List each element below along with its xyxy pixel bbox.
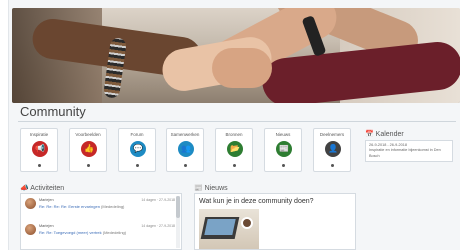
avatar [25,198,36,209]
tile-samenwerken[interactable]: Samenwerken 👥 [166,128,204,172]
title-divider [18,121,456,122]
folder-icon: 📂 [227,141,243,157]
activity-link[interactable]: Re: Re: Re: Re: Eerste ervaringen (Meded… [39,204,124,209]
activities-panel: Mariejen 14 dagen · 27-9-2018 Re: Re: Re… [20,193,182,250]
tile-inspiratie[interactable]: Inspiratie 📢 [20,128,58,172]
calendar-event-title: Inspiratie en informatie bijeenkomst in … [369,148,441,158]
tile-label: Voorbeelden [75,132,101,137]
left-edge [0,0,8,250]
tile-nieuws[interactable]: Nieuws 📰 [264,128,302,172]
newspaper-icon: 📰 [276,141,292,157]
thumbs-up-icon: 👍 [81,141,97,157]
tile-label: Samenwerken [170,132,200,137]
tile-indicator-dot [184,164,187,167]
calendar-event[interactable]: 26-9-2018 - 26-9-2018 Inspiratie en info… [365,140,453,162]
activities-heading: 📣 Activiteiten [20,185,65,192]
activity-link[interactable]: Re: Re: Toegevoegd (meer) vertrek (Meded… [39,230,126,235]
tile-indicator-dot [87,164,90,167]
tile-label: Bronnen [225,132,243,137]
news-heading: 📰 Nieuws [194,185,228,192]
activities-scrollbar[interactable] [176,196,180,248]
newspaper-icon: 📰 [194,185,203,192]
activity-author: Mariejen [39,198,54,202]
news-item-image[interactable] [199,209,259,249]
page-title: Community [20,104,86,119]
tile-indicator-dot [331,164,334,167]
activity-time: 14 dagen · 27-9-2018 [141,198,175,202]
activity-author: Mariejen [39,224,54,228]
calendar-heading: 📅 Kalender [365,131,404,138]
tile-label: Forum [130,132,144,137]
tile-indicator-dot [282,164,285,167]
activity-item[interactable]: Mariejen 14 dagen · 27-9-2018 Re: Re: To… [25,224,175,238]
tile-forum[interactable]: Forum 💬 [118,128,156,172]
chat-icon: 💬 [130,141,146,157]
tile-voorbeelden[interactable]: Voorbeelden 👍 [69,128,107,172]
scrollbar-thumb[interactable] [176,196,180,218]
hero-banner-image [12,8,460,103]
calendar-icon: 📅 [365,131,374,138]
tile-indicator-dot [233,164,236,167]
tile-label: Inspiratie [29,132,49,137]
news-panel: Wat kun je in deze community doen? [194,193,356,250]
news-item-title[interactable]: Wat kun je in deze community doen? [199,198,314,205]
activity-item[interactable]: Mariejen 14 dagen · 27-9-2018 Re: Re: Re… [25,198,175,212]
megaphone-icon: 📢 [32,141,48,157]
activity-time: 14 dagen · 27-9-2018 [141,224,175,228]
tile-indicator-dot [136,164,139,167]
megaphone-icon: 📣 [20,185,29,192]
tile-bronnen[interactable]: Bronnen 📂 [215,128,253,172]
tile-label: Deelnemers [319,132,345,137]
tile-deelnemers[interactable]: Deelnemers 👤 [313,128,351,172]
tile-indicator-dot [38,164,41,167]
tile-label: Nieuws [275,132,291,137]
avatar [25,224,36,235]
person-icon: 👤 [325,141,341,157]
users-icon: 👥 [178,141,194,157]
